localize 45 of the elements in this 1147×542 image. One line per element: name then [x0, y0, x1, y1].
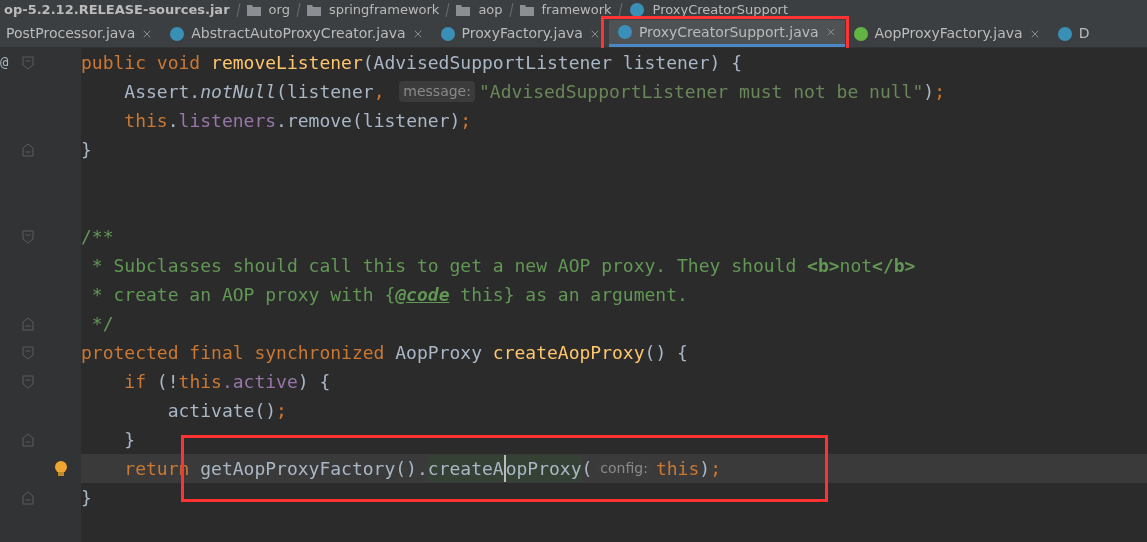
- class-icon: [852, 25, 869, 42]
- override-marker: @: [0, 53, 9, 72]
- class-icon: [1056, 25, 1073, 42]
- code-line: }: [81, 486, 92, 510]
- code-line: public void removeListener(AdvisedSupportListener listener) {: [81, 51, 743, 75]
- code-line: protected final synchronized AopProxy createAopProxy() {: [81, 341, 688, 365]
- code-line: */: [90, 312, 114, 336]
- code-line: if (!this.active) {: [123, 370, 331, 394]
- breadcrumb-item[interactable]: aop: [478, 0, 503, 20]
- fold-icon[interactable]: [22, 374, 34, 389]
- fold-icon[interactable]: [22, 490, 34, 505]
- folder-icon: [456, 4, 471, 16]
- folder-icon: [519, 4, 534, 16]
- folder-icon: [306, 4, 321, 16]
- breadcrumb-item[interactable]: op-5.2.12.RELEASE-sources.jar: [4, 0, 230, 20]
- class-icon: [616, 24, 633, 40]
- code-line: * create an AOP proxy with {@code this} as an argument.: [90, 283, 688, 307]
- code-line: /**: [81, 225, 114, 249]
- editor-tab[interactable]: PostProcessor.java: [0, 20, 162, 47]
- class-icon: [169, 25, 186, 42]
- code-line: * Subclasses should call this to get a new AOP proxy. They should <b>not</b>: [90, 254, 916, 278]
- code-line: }: [123, 428, 136, 452]
- fold-icon[interactable]: [22, 316, 34, 331]
- class-icon: [439, 25, 456, 42]
- editor-tab[interactable]: AbstractAutoProxyCreator.java: [161, 20, 432, 47]
- fold-icon[interactable]: [22, 432, 34, 447]
- code-line: }: [81, 138, 92, 162]
- breadcrumb-item[interactable]: ProxyCreatorSupport: [652, 0, 789, 20]
- editor-tab[interactable]: AopProxyFactory.java: [844, 20, 1049, 47]
- code-line: activate();: [166, 399, 287, 423]
- breadcrumb-item[interactable]: org: [268, 0, 290, 20]
- class-icon: [628, 2, 645, 18]
- editor-tab[interactable]: ProxyCreatorSupport.java: [608, 20, 845, 47]
- folder-icon: [246, 4, 261, 16]
- code-line: this.listeners.remove(listener);: [123, 109, 472, 133]
- breadcrumb-item[interactable]: springframework: [328, 0, 440, 20]
- fold-icon[interactable]: [22, 229, 34, 244]
- fold-icon[interactable]: [22, 142, 34, 157]
- breadcrumb-item[interactable]: framework: [541, 0, 612, 20]
- fold-icon[interactable]: [22, 55, 34, 70]
- lightbulb-icon[interactable]: [54, 459, 68, 478]
- editor-tab[interactable]: D: [1048, 20, 1098, 47]
- fold-icon[interactable]: [22, 345, 34, 360]
- code-line: Assert.notNull(listener, message: "AdvisedSupportListener must not be null");: [123, 80, 945, 104]
- editor-tab[interactable]: ProxyFactory.java: [431, 20, 609, 47]
